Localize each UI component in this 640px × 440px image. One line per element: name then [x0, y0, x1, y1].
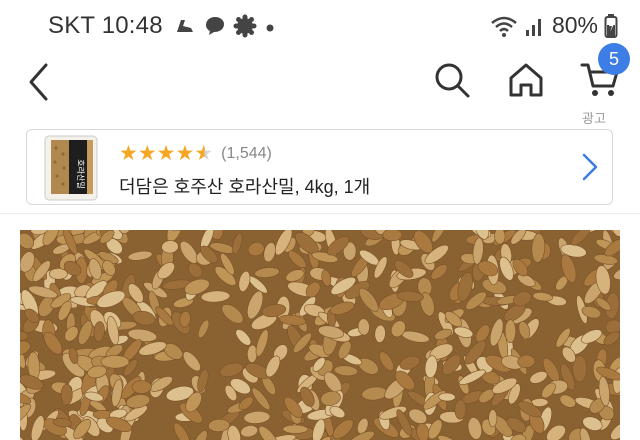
dot-icon [266, 24, 274, 32]
star-icon: ★ [137, 142, 157, 165]
status-left: SKT 10:48 [48, 12, 277, 40]
shoe-icon [176, 20, 193, 32]
battery-percent: 80% [551, 12, 598, 38]
half-star-icon: ★ [194, 142, 214, 165]
back-chevron-icon [29, 63, 48, 101]
home-button[interactable] [504, 58, 548, 102]
thumbnail-label: 호라산밀 [76, 159, 86, 188]
wheat-grain [282, 424, 309, 434]
rating-count: (1,544) [221, 145, 272, 162]
grain-photo [20, 230, 620, 440]
status-bar: SKT 10:48 80% [0, 0, 640, 56]
search-icon [435, 63, 470, 98]
notification-icons [173, 14, 277, 38]
status-right: 80% [490, 12, 618, 39]
section-divider [0, 213, 640, 214]
wheat-grain [504, 319, 516, 344]
back-button[interactable] [18, 60, 58, 104]
carrier-time: SKT 10:48 [48, 12, 163, 39]
gear-badge-icon [233, 14, 257, 38]
wheat-grain [382, 230, 403, 242]
nav-bar: 5 광고 [0, 43, 640, 126]
wheat-grain [454, 399, 467, 420]
wheat-grain [438, 392, 456, 402]
home-icon [509, 63, 543, 97]
wifi-icon [491, 16, 517, 37]
chevron-right-icon[interactable] [577, 152, 601, 182]
product-summary-card[interactable]: 호라산밀 ★ ★ ★ ★ ★ (1,544) 더담은 호주산 호라산밀, 4kg… [26, 129, 613, 205]
search-button[interactable] [430, 58, 474, 102]
wheat-grain [488, 409, 498, 428]
cart-count-badge[interactable]: 5 [598, 43, 630, 75]
battery-charging-icon [604, 13, 618, 38]
rating-stars: ★ ★ ★ ★ ★ (1,544) [119, 142, 272, 165]
product-main-image[interactable] [20, 230, 620, 440]
wheat-grain [60, 384, 73, 406]
product-thumbnail: 호라산밀 [44, 135, 98, 201]
signal-icon [525, 18, 541, 36]
product-title: 더담은 호주산 호라산밀, 4kg, 1개 [119, 177, 371, 197]
wheat-grain [131, 380, 152, 394]
star-icon: ★ [119, 142, 138, 165]
star-icon: ★ [175, 142, 195, 165]
ad-label: 광고 [582, 111, 606, 126]
wheat-grain [100, 355, 130, 369]
chat-bubble-icon [205, 17, 224, 35]
star-icon: ★ [156, 142, 176, 165]
